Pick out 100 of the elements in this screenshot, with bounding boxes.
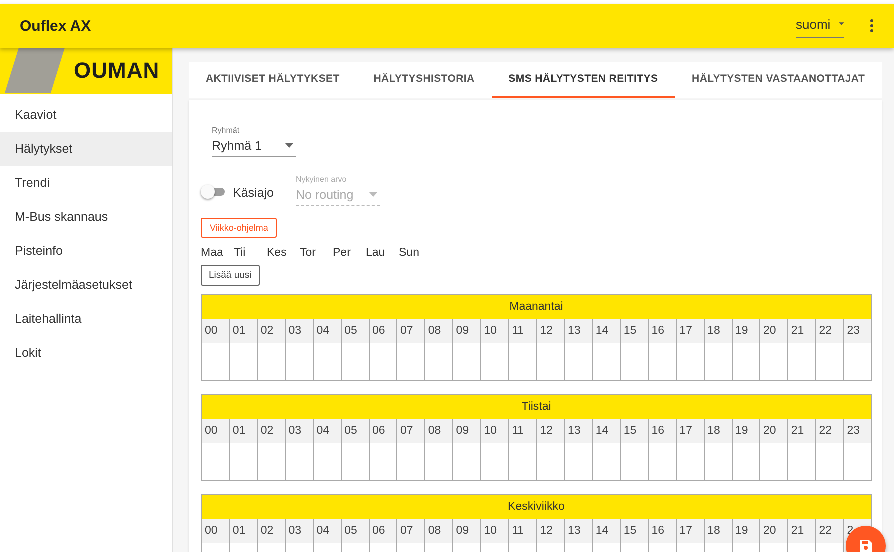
hour-label: 07: [397, 419, 424, 443]
hour-label: 03: [286, 419, 313, 443]
hour-label: 05: [342, 419, 369, 443]
day-header: Tiistai: [202, 395, 871, 419]
hour-label: 06: [370, 419, 396, 443]
hour-label: 10: [481, 319, 508, 343]
more-icon[interactable]: [870, 19, 874, 33]
hour-label: 17: [676, 519, 704, 543]
hour-label: 12: [537, 419, 564, 443]
logo-text: OUMAN: [74, 58, 160, 84]
field-label: Nykyinen arvo: [296, 175, 348, 184]
caret-icon: [285, 143, 294, 148]
hour-label: 00: [202, 319, 229, 343]
sidebar-item[interactable]: Lokit: [0, 336, 172, 370]
hour-label: 21: [788, 319, 816, 343]
hour-label: 04: [314, 519, 341, 543]
hour-label: 19: [732, 319, 760, 343]
hour-label: 21: [788, 519, 816, 543]
weekday-label[interactable]: Kes: [267, 247, 300, 259]
toggle-switch[interactable]: [201, 185, 225, 199]
hour-label: 03: [286, 519, 313, 543]
hour-label: 04: [314, 319, 341, 343]
hour-label: 11: [509, 419, 536, 443]
weekday-label[interactable]: Tii: [234, 247, 267, 259]
hour-label: 09: [453, 419, 480, 443]
hour-label: 13: [564, 419, 592, 443]
hour-label: 15: [620, 319, 648, 343]
app-title: Ouflex AX: [20, 18, 92, 34]
hour-label: 19: [732, 519, 760, 543]
hour-label: 17: [676, 419, 704, 443]
hour-label: 12: [537, 319, 564, 343]
sidebar-item[interactable]: Kaaviot: [0, 98, 172, 132]
day-header: Keskiviikko: [202, 495, 871, 519]
hour-label: 02: [258, 419, 285, 443]
hour-label: 08: [425, 419, 452, 443]
hour-label: 10: [481, 519, 508, 543]
hour-label: 16: [648, 419, 676, 443]
hour-label: 09: [453, 319, 480, 343]
hour-label: 00: [202, 419, 229, 443]
hour-label: 13: [564, 319, 592, 343]
hour-label: 13: [564, 519, 592, 543]
switch-label: Käsiajo: [233, 186, 274, 200]
hour-label: 08: [425, 519, 452, 543]
hour-label: 20: [760, 319, 788, 343]
language-select[interactable]: suomi: [796, 14, 844, 38]
hour-label: 10: [481, 419, 508, 443]
weekday-label[interactable]: Maa: [201, 247, 234, 259]
hour-label: 03: [286, 319, 313, 343]
hour-label: 08: [425, 319, 452, 343]
hour-label: 11: [509, 519, 536, 543]
hour-label: 06: [370, 519, 396, 543]
save-icon: [859, 539, 873, 552]
sidebar-item[interactable]: Pisteinfo: [0, 234, 172, 268]
groups-select[interactable]: Ryhmät Ryhmä 1: [212, 126, 296, 157]
hour-label: 22: [816, 419, 844, 443]
hour-label: 18: [704, 519, 732, 543]
hour-label: 19: [732, 419, 760, 443]
hour-label: 07: [397, 519, 424, 543]
hour-label: 15: [620, 419, 648, 443]
hour-label: 04: [314, 419, 341, 443]
hour-label: 01: [230, 319, 257, 343]
weekday-label[interactable]: Tor: [300, 247, 333, 259]
hour-label: 18: [704, 419, 732, 443]
weekday-label[interactable]: Sun: [399, 247, 432, 259]
caret-icon: [838, 22, 844, 26]
weekday-label[interactable]: Lau: [366, 247, 399, 259]
day-header: Maanantai: [202, 295, 871, 319]
sidebar-item[interactable]: M-Bus skannaus: [0, 200, 172, 234]
hour-label: 22: [816, 319, 844, 343]
hour-label: 22: [816, 519, 844, 543]
hour-label: 16: [648, 319, 676, 343]
hour-label: 16: [648, 519, 676, 543]
hour-label: 00: [202, 519, 229, 543]
hour-label: 18: [704, 319, 732, 343]
hour-label: 05: [342, 319, 369, 343]
hour-label: 14: [592, 319, 620, 343]
hour-label: 02: [258, 319, 285, 343]
hour-label: 23: [844, 419, 872, 443]
hour-label: 20: [760, 419, 788, 443]
hour-label: 14: [592, 519, 620, 543]
hour-label: 15: [620, 519, 648, 543]
hour-label: 01: [230, 419, 257, 443]
sidebar-item[interactable]: Trendi: [0, 166, 172, 200]
hour-label: 17: [676, 319, 704, 343]
add-new-button[interactable]: Lisää uusi: [201, 265, 260, 286]
weekday-label[interactable]: Per: [333, 247, 366, 259]
caret-icon: [369, 192, 378, 197]
hour-label: 05: [342, 519, 369, 543]
hour-label: 21: [788, 419, 816, 443]
field-label: Ryhmät: [212, 126, 241, 135]
field-value: No routing: [296, 188, 354, 202]
hour-label: 07: [397, 319, 424, 343]
hour-label: 12: [537, 519, 564, 543]
sidebar-item[interactable]: Laitehallinta: [0, 302, 172, 336]
sidebar-item[interactable]: Järjestelmäasetukset: [0, 268, 172, 302]
hour-label: 23: [844, 319, 872, 343]
field-value: Ryhmä 1: [212, 139, 262, 153]
sidebar-item[interactable]: Hälytykset: [0, 132, 172, 166]
hour-label: 02: [258, 519, 285, 543]
hour-label: 20: [760, 519, 788, 543]
